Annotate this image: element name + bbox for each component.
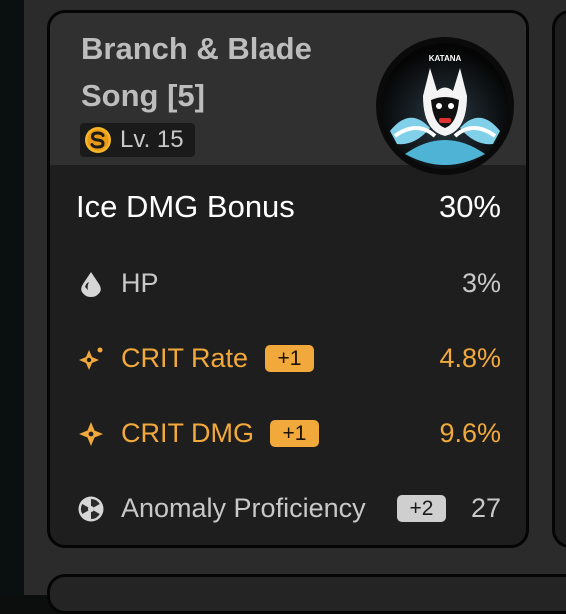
- sub-stat-name: CRIT Rate: [121, 343, 249, 373]
- upgrade-badge: +2: [397, 495, 446, 522]
- sub-stat-name: HP: [121, 268, 159, 298]
- sub-stat-row-anomaly-proficiency: Anomaly Proficiency +2 27: [50, 488, 526, 528]
- drive-disc-card[interactable]: Branch & Blade Song [5] Lv. 15 KATANA Ic…: [47, 10, 529, 548]
- sub-stat-row-crit-dmg: CRIT DMG +1 9.6%: [50, 413, 526, 453]
- main-stat-value: 30%: [438, 189, 501, 224]
- disc-title: Branch & Blade Song [5]: [81, 31, 312, 113]
- drive-disc-art: KATANA: [376, 37, 514, 175]
- main-stat-row: Ice DMG Bonus 30%: [50, 187, 526, 227]
- sub-stat-value: 9.6%: [439, 418, 501, 448]
- sub-stat-value: 27: [470, 493, 501, 523]
- disc-art-caption: KATANA: [429, 54, 462, 63]
- sub-stat-name: CRIT DMG: [121, 418, 254, 448]
- sub-stat-row-crit-rate: CRIT Rate +1 4.8%: [50, 338, 526, 378]
- sub-stat-value: 4.8%: [439, 343, 501, 373]
- crit-rate-icon: [79, 347, 103, 370]
- lower-panel-edge: [47, 574, 566, 614]
- crit-dmg-icon: [79, 422, 103, 446]
- sub-stat-value: 3%: [461, 268, 501, 298]
- hp-drop-icon: [81, 272, 101, 297]
- next-disc-card-edge[interactable]: [552, 10, 566, 548]
- level-label: Lv. 15: [120, 126, 184, 153]
- level-chip: Lv. 15: [80, 123, 195, 157]
- s-rank-icon: [85, 127, 111, 153]
- upgrade-badge: +1: [270, 420, 319, 447]
- sub-stat-name: Anomaly Proficiency: [121, 493, 366, 523]
- upgrade-badge: +1: [265, 345, 314, 372]
- anomaly-proficiency-icon: [78, 496, 104, 522]
- main-stat-name: Ice DMG Bonus: [76, 189, 295, 224]
- background-left-strip: [0, 0, 24, 595]
- sub-stat-row-hp: HP 3%: [50, 263, 526, 303]
